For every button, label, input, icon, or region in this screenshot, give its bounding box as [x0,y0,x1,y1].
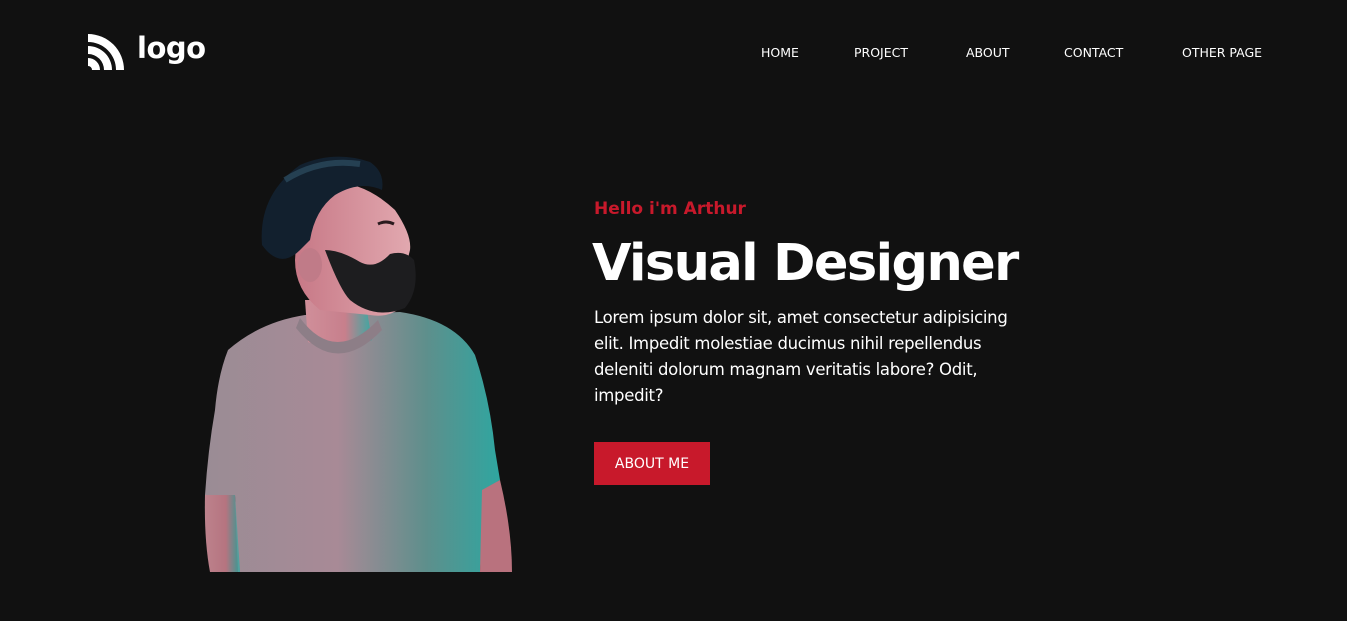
hero-headline: Visual Designer [592,234,1019,293]
nav-contact[interactable]: CONTACT [1064,44,1123,62]
nav-project[interactable]: PROJECT [854,44,908,62]
portrait-image [204,156,512,572]
hero-greeting: Hello i'm Arthur [594,199,746,219]
nav-home[interactable]: HOME [761,44,799,62]
page: logo HOME PROJECT ABOUT CONTACT OTHER PA… [0,0,1347,621]
about-me-button[interactable]: ABOUT ME [594,442,710,485]
nav-about[interactable]: ABOUT [966,44,1010,62]
logo-text: logo [137,31,206,65]
nav-other-page[interactable]: OTHER PAGE [1182,44,1262,62]
logo-icon [88,34,124,70]
logo-link[interactable]: logo [88,31,206,71]
hero-intro-text: Lorem ipsum dolor sit, amet consectetur … [594,308,1008,405]
